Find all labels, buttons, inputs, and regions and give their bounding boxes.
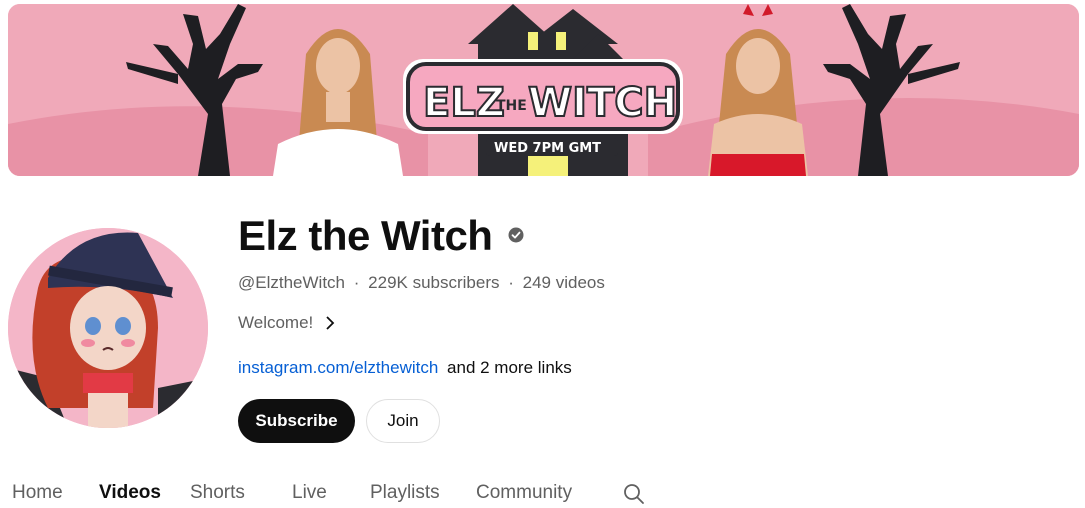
video-count: 249 videos bbox=[522, 273, 605, 292]
more-links[interactable]: and 2 more links bbox=[447, 358, 572, 377]
channel-meta: @ElztheWitch · 229K subscribers · 249 vi… bbox=[238, 273, 605, 293]
instagram-link[interactable]: instagram.com/elzthewitch bbox=[238, 358, 438, 377]
banner-artwork bbox=[8, 4, 1079, 176]
channel-banner: ELZ THE WITCH WED 7PM GMT bbox=[8, 4, 1079, 176]
avatar-illustration bbox=[8, 228, 208, 428]
meta-separator: · bbox=[353, 273, 360, 292]
tab-community[interactable]: Community bbox=[476, 482, 572, 504]
tab-shorts[interactable]: Shorts bbox=[190, 482, 245, 504]
tab-home[interactable]: Home bbox=[12, 482, 63, 504]
subscribe-button[interactable]: Subscribe bbox=[238, 399, 355, 443]
tab-playlists[interactable]: Playlists bbox=[370, 482, 440, 504]
channel-handle: @ElztheWitch bbox=[238, 273, 346, 292]
tab-videos[interactable]: Videos bbox=[99, 482, 161, 504]
channel-avatar[interactable] bbox=[8, 228, 208, 428]
tab-live[interactable]: Live bbox=[292, 482, 327, 504]
channel-tabs: Home Videos Shorts Live Playlists Commun… bbox=[0, 474, 1085, 508]
channel-name: Elz the Witch bbox=[238, 212, 493, 259]
subscriber-count: 229K subscribers bbox=[368, 273, 500, 292]
description-text: Welcome! bbox=[238, 313, 314, 332]
channel-description[interactable]: Welcome! bbox=[238, 313, 335, 333]
chevron-right-icon bbox=[326, 316, 335, 330]
join-button[interactable]: Join bbox=[366, 399, 440, 443]
search-icon[interactable] bbox=[622, 482, 646, 506]
channel-links: instagram.com/elzthewitch and 2 more lin… bbox=[238, 358, 572, 378]
meta-separator: · bbox=[508, 273, 514, 292]
verified-check-icon bbox=[508, 227, 524, 243]
